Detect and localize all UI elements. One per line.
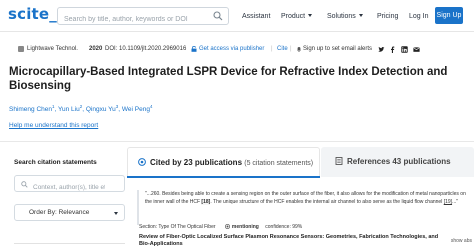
mentioning-badge[interactable]: mentioning — [232, 224, 259, 230]
show-abstract-link[interactable]: show abs — [451, 238, 472, 244]
author-link[interactable]: Yun Liu — [58, 106, 80, 113]
article-doi[interactable]: DOI: 10.1109/jlt.2020.2969016 — [105, 46, 186, 52]
top-header: scite_ Assistant Product Solutions Prici… — [0, 0, 474, 32]
citation-meta-row: Section: Type Of The Optical Fiber menti… — [139, 224, 302, 230]
search-icon — [21, 181, 28, 188]
publisher-name[interactable]: Lightwave Technol. — [27, 46, 78, 52]
help-understand-link[interactable]: Help me understand this report — [9, 122, 98, 129]
citing-paper-title[interactable]: Review of Fiber-Optic Localized Surface … — [139, 234, 449, 248]
separator: | — [271, 46, 273, 52]
citation-search[interactable] — [14, 175, 125, 195]
order-by-select[interactable]: Order By: Relevance — [14, 204, 125, 221]
author-list: Shimeng Chen1, Yun Liu2, Qingxu Yu3, Wei… — [9, 104, 153, 114]
order-by-value: Order By: Relevance — [29, 209, 90, 216]
article-meta: Lightwave Technol. 2020 DOI: 10.1109/jlt… — [9, 45, 469, 55]
login-link[interactable]: Log In — [409, 12, 428, 21]
global-search[interactable] — [57, 7, 229, 28]
journal-icon — [18, 46, 24, 52]
quote-end: ..." — [452, 199, 459, 205]
section-label: Section: Type Of The Optical Fiber — [139, 224, 216, 230]
nav-assistant[interactable]: Assistant — [242, 12, 270, 21]
quote-text: . The unique structure of the HCF enable… — [210, 199, 443, 205]
tab-references[interactable]: References 43 publications — [321, 147, 474, 177]
section-divider — [0, 141, 474, 142]
scite-logo[interactable]: scite_ — [8, 5, 57, 23]
chevron-down-icon — [358, 14, 363, 17]
chevron-down-icon — [308, 14, 313, 17]
author-superscript: 2 — [79, 104, 83, 109]
sidebar-divider — [14, 243, 125, 248]
global-search-input[interactable] — [58, 11, 208, 28]
author-superscript: 3 — [115, 104, 119, 109]
linkedin-icon[interactable] — [401, 46, 408, 53]
email-alerts-link[interactable]: Sign up to set email alerts — [303, 46, 372, 52]
chevron-down-icon — [114, 212, 118, 215]
citation-tabs: Cited by 23 publications (5 citation sta… — [127, 147, 474, 177]
lock-open-icon — [191, 46, 197, 52]
citation-quote: "...260. Besides being able to create a … — [137, 190, 467, 225]
author-superscript: 1 — [52, 104, 55, 109]
active-tab-indicator — [127, 176, 320, 178]
nav-product-label: Product — [281, 13, 306, 20]
tab-cited-by[interactable]: Cited by 23 publications (5 citation sta… — [127, 147, 320, 177]
article-title: Microcapillary-Based Integrated LSPR Dev… — [9, 66, 448, 92]
get-access-link[interactable]: Get access via publisher — [199, 46, 264, 52]
search-citations-label: Search citation statements — [14, 159, 97, 166]
publication-year: 2020 — [89, 46, 103, 52]
bell-icon — [297, 47, 301, 52]
quote-icon — [138, 158, 146, 166]
citation-search-input[interactable] — [15, 180, 105, 195]
nav-product[interactable]: Product — [281, 12, 313, 21]
separator: | — [290, 46, 292, 52]
mentioning-icon — [224, 224, 230, 229]
search-icon[interactable] — [213, 11, 223, 21]
reference-marker[interactable]: [19] — [444, 199, 452, 205]
twitter-icon[interactable] — [378, 46, 385, 53]
confidence-value: confidence: 99% — [265, 224, 303, 230]
author-link[interactable]: Shimeng Chen — [9, 106, 52, 113]
tab-cited-by-sub: (5 citation statements) — [244, 160, 314, 167]
signup-button[interactable]: Sign Up — [435, 7, 463, 24]
author-superscript: 4 — [149, 104, 153, 109]
nav-solutions[interactable]: Solutions — [327, 12, 363, 21]
document-icon — [335, 157, 343, 165]
author-link[interactable]: Wei Peng — [122, 106, 150, 113]
nav-solutions-label: Solutions — [327, 13, 356, 20]
facebook-icon[interactable] — [389, 46, 396, 53]
tab-references-label: References 43 publications — [347, 157, 451, 166]
tab-cited-by-label: Cited by 23 publications — [150, 158, 243, 167]
reference-marker[interactable]: [18] — [201, 199, 211, 205]
cite-link[interactable]: Cite — [277, 46, 288, 52]
author-link[interactable]: Qingxu Yu — [86, 106, 116, 113]
email-share-icon[interactable] — [413, 46, 420, 53]
nav-pricing[interactable]: Pricing — [377, 12, 398, 21]
